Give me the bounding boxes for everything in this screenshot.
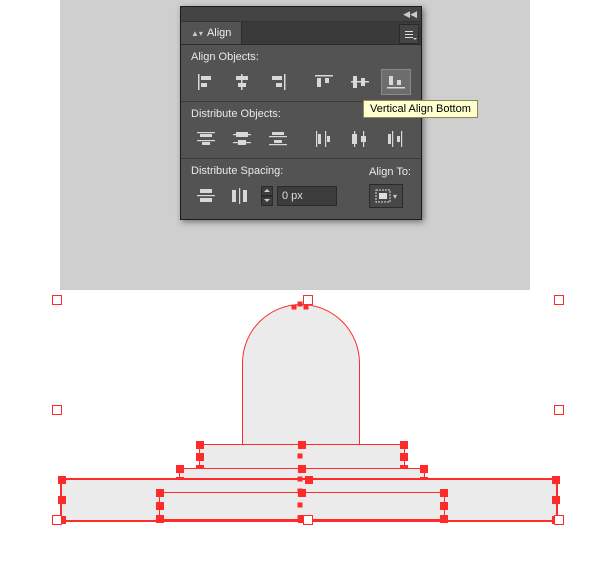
- vertical-distribute-top-button[interactable]: [191, 126, 221, 152]
- horizontal-align-center-button[interactable]: [227, 69, 257, 95]
- align-objects-group-vertical: [309, 69, 411, 95]
- tooltip: Vertical Align Bottom: [363, 100, 478, 118]
- center-point: [298, 489, 303, 494]
- selection-handle[interactable]: [400, 441, 408, 449]
- selection-handle[interactable]: [305, 476, 313, 484]
- group-bbox-handle[interactable]: [52, 405, 62, 415]
- group-bbox-handle[interactable]: [554, 515, 564, 525]
- center-point: [298, 503, 303, 508]
- horizontal-distribute-left-icon: [315, 131, 333, 147]
- selection-handle[interactable]: [440, 489, 448, 497]
- horizontal-align-center-icon: [233, 74, 251, 90]
- selection-handle[interactable]: [58, 496, 66, 504]
- group-bbox-handle[interactable]: [554, 405, 564, 415]
- selection-handle[interactable]: [176, 465, 184, 473]
- center-point: [298, 454, 303, 459]
- vertical-distribute-space-button[interactable]: [191, 183, 221, 209]
- group-bbox-handle[interactable]: [303, 295, 313, 305]
- vertical-align-bottom-button[interactable]: [381, 69, 411, 95]
- align-to-dropdown[interactable]: ▾: [369, 184, 403, 208]
- distribute-objects-group-horizontal: [309, 126, 411, 152]
- selection-handle[interactable]: [440, 515, 448, 523]
- panel-collapse-icon[interactable]: ◀◀: [403, 9, 417, 20]
- vertical-distribute-bottom-icon: [269, 131, 287, 147]
- distribute-objects-group-vertical: [191, 126, 293, 152]
- section-align-objects-label: Align Objects:: [191, 51, 411, 63]
- group-bbox-handle[interactable]: [554, 295, 564, 305]
- anchor-point[interactable]: [292, 305, 297, 310]
- horizontal-distribute-space-icon: [231, 188, 249, 204]
- selection-handle[interactable]: [156, 489, 164, 497]
- selection-handle[interactable]: [552, 476, 560, 484]
- vertical-distribute-center-button[interactable]: [227, 126, 257, 152]
- panel-tabbar: ▲▾ Align: [181, 22, 421, 45]
- horizontal-distribute-center-button[interactable]: [345, 126, 375, 152]
- horizontal-align-right-icon: [269, 74, 287, 90]
- selection-handle[interactable]: [298, 441, 306, 449]
- tab-label: Align: [207, 27, 231, 39]
- center-point: [298, 516, 303, 521]
- chevron-updown-icon: ▲▾: [191, 29, 203, 38]
- selection-handle[interactable]: [196, 441, 204, 449]
- horizontal-distribute-right-button[interactable]: [381, 126, 411, 152]
- selection-handle[interactable]: [552, 496, 560, 504]
- selected-arch-shape[interactable]: [242, 304, 360, 445]
- chevron-down-icon: ▾: [393, 192, 397, 201]
- illustrator-canvas[interactable]: ◀◀ ▲▾ Align Align Objects:: [0, 0, 600, 575]
- vertical-align-center-icon: [351, 74, 369, 90]
- vertical-align-top-icon: [315, 74, 333, 90]
- horizontal-distribute-right-icon: [387, 131, 405, 147]
- selection-handle[interactable]: [298, 465, 306, 473]
- group-bbox-handle[interactable]: [52, 515, 62, 525]
- vertical-distribute-space-icon: [197, 188, 215, 204]
- horizontal-distribute-left-button[interactable]: [309, 126, 339, 152]
- selection-handle[interactable]: [58, 476, 66, 484]
- horizontal-align-right-button[interactable]: [263, 69, 293, 95]
- horizontal-align-left-button[interactable]: [191, 69, 221, 95]
- section-distribute-spacing-label: Distribute Spacing:: [191, 165, 363, 177]
- center-point: [298, 477, 303, 482]
- anchor-point[interactable]: [298, 302, 303, 307]
- selection-handle[interactable]: [156, 502, 164, 510]
- vertical-distribute-top-icon: [197, 131, 215, 147]
- vertical-distribute-center-icon: [233, 131, 251, 147]
- horizontal-align-left-icon: [197, 74, 215, 90]
- spacing-value-field[interactable]: 0 px: [277, 186, 337, 206]
- panel-titlebar[interactable]: ◀◀: [181, 7, 421, 22]
- selection-handle[interactable]: [156, 515, 164, 523]
- panel-menu-button[interactable]: [399, 24, 419, 44]
- group-bbox-handle[interactable]: [52, 295, 62, 305]
- group-bbox-handle[interactable]: [303, 515, 313, 525]
- vertical-align-top-button[interactable]: [309, 69, 339, 95]
- selection-handle[interactable]: [420, 465, 428, 473]
- horizontal-distribute-center-icon: [351, 131, 369, 147]
- vertical-align-center-button[interactable]: [345, 69, 375, 95]
- selection-handle[interactable]: [400, 453, 408, 461]
- selection-handle[interactable]: [196, 453, 204, 461]
- anchor-point[interactable]: [304, 305, 309, 310]
- align-objects-group-horizontal: [191, 69, 293, 95]
- tab-align[interactable]: ▲▾ Align: [181, 22, 242, 44]
- spacing-stepper[interactable]: [261, 186, 273, 206]
- vertical-align-bottom-icon: [387, 74, 405, 90]
- align-to-selection-icon: [375, 189, 391, 203]
- section-align-to-label: Align To:: [369, 166, 411, 178]
- vertical-distribute-bottom-button[interactable]: [263, 126, 293, 152]
- horizontal-distribute-space-button[interactable]: [225, 183, 255, 209]
- selection-handle[interactable]: [440, 502, 448, 510]
